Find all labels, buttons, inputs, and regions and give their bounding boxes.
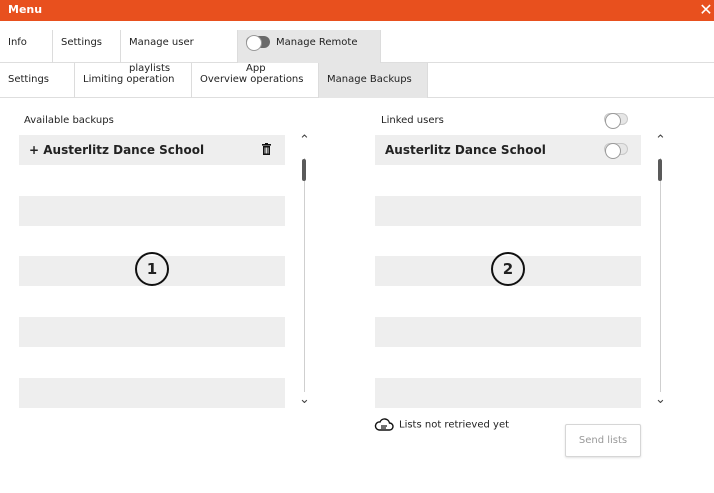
trash-icon[interactable]	[262, 143, 271, 155]
tab-info[interactable]: Info	[0, 30, 53, 63]
linked-scroll-track[interactable]	[660, 158, 661, 392]
subtab-overview-operations[interactable]: Overview operations	[192, 63, 319, 98]
subtab-overview-operations-label: Overview operations	[200, 74, 304, 85]
subtab-settings-label: Settings	[8, 74, 50, 85]
linked-user-toggle[interactable]	[604, 143, 628, 159]
subtab-manage-backups-label: Manage Backups	[327, 74, 412, 85]
tab-manage-remote-app[interactable]: Manage Remote App	[238, 30, 381, 74]
list-row-empty	[375, 378, 641, 408]
linked-user-label: Austerlitz Dance School	[385, 143, 546, 157]
tab-settings[interactable]: Settings	[53, 30, 121, 63]
retrieval-status: Lists not retrieved yet	[374, 417, 509, 432]
linked-users-heading: Linked users	[381, 115, 444, 126]
backup-item-label: + Austerlitz Dance School	[29, 143, 205, 157]
window-title: Menu	[8, 3, 43, 16]
linked-users-master-toggle[interactable]	[604, 113, 628, 129]
sub-tab-bar: Settings Limiting operation Overview ope…	[0, 63, 714, 98]
available-backups-heading: Available backups	[24, 115, 114, 126]
tab-info-label: Info	[8, 37, 27, 48]
callout-marker-2: 2	[491, 252, 525, 286]
subtab-manage-backups[interactable]: Manage Backups	[319, 63, 428, 98]
subtab-limiting-operation[interactable]: Limiting operation	[75, 63, 192, 98]
tab-settings-label: Settings	[61, 37, 103, 48]
send-lists-button[interactable]: Send lists	[565, 424, 641, 457]
tab-manage-user-playlists[interactable]: Manage user playlists	[121, 30, 238, 74]
main-tab-bar: Info Settings Manage user playlists Mana…	[0, 24, 714, 74]
list-row-empty	[375, 317, 641, 347]
close-icon[interactable]: ✕	[698, 0, 714, 21]
list-row-empty	[19, 196, 285, 226]
backups-scroll-down-icon[interactable]: ⌄	[299, 392, 310, 407]
linked-user-item[interactable]: Austerlitz Dance School	[375, 135, 641, 165]
status-text: Lists not retrieved yet	[399, 419, 510, 431]
backup-item[interactable]: + Austerlitz Dance School	[19, 135, 285, 165]
title-bar: Menu ✕	[0, 0, 714, 21]
cloud-icon	[374, 418, 394, 431]
linked-scroll-down-icon[interactable]: ⌄	[655, 392, 666, 407]
remote-app-toggle[interactable]	[246, 35, 270, 51]
linked-scroll-up-icon[interactable]: ⌃	[655, 133, 666, 148]
linked-scroll-thumb[interactable]	[658, 159, 662, 181]
backups-scroll-track[interactable]	[304, 158, 305, 392]
backups-scroll-up-icon[interactable]: ⌃	[299, 133, 310, 148]
subtab-limiting-operation-label: Limiting operation	[83, 74, 175, 85]
callout-marker-1: 1	[135, 252, 169, 286]
backups-scroll-thumb[interactable]	[302, 159, 306, 181]
list-row-empty	[19, 317, 285, 347]
subtab-settings[interactable]: Settings	[0, 63, 75, 98]
list-row-empty	[19, 378, 285, 408]
list-row-empty	[375, 196, 641, 226]
